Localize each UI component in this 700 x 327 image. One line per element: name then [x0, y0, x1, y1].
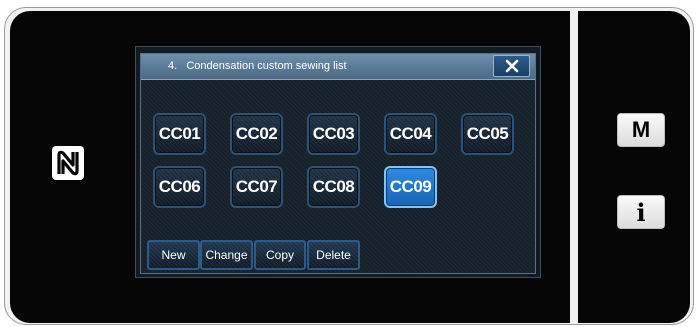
- mode-button[interactable]: M: [617, 113, 665, 147]
- information-button[interactable]: i: [617, 195, 665, 229]
- pattern-button-cc03[interactable]: CC03: [307, 113, 360, 155]
- copy-button[interactable]: Copy: [254, 240, 306, 270]
- dialog-title: 4. Condensation custom sewing list: [168, 60, 347, 72]
- close-icon: [505, 59, 518, 73]
- new-button[interactable]: New: [147, 240, 200, 270]
- pattern-button-cc02[interactable]: CC02: [230, 113, 283, 155]
- change-button[interactable]: Change: [200, 240, 253, 270]
- close-button[interactable]: [493, 55, 530, 77]
- pattern-button-cc05[interactable]: CC05: [461, 113, 514, 155]
- pattern-button-cc07[interactable]: CC07: [230, 166, 283, 208]
- pattern-button-cc01[interactable]: CC01: [153, 113, 206, 155]
- pattern-button-cc06[interactable]: CC06: [153, 166, 206, 208]
- nfc-icon: [52, 146, 84, 180]
- pattern-button-cc09[interactable]: CC09: [384, 166, 437, 208]
- pattern-button-cc04[interactable]: CC04: [384, 113, 437, 155]
- delete-button[interactable]: Delete: [307, 240, 360, 270]
- pattern-button-cc08[interactable]: CC08: [307, 166, 360, 208]
- condensation-custom-sewing-list-dialog: 4. Condensation custom sewing list CC01 …: [140, 53, 536, 274]
- dialog-title-bar: 4. Condensation custom sewing list: [141, 54, 535, 80]
- side-key-bezel: [578, 11, 690, 323]
